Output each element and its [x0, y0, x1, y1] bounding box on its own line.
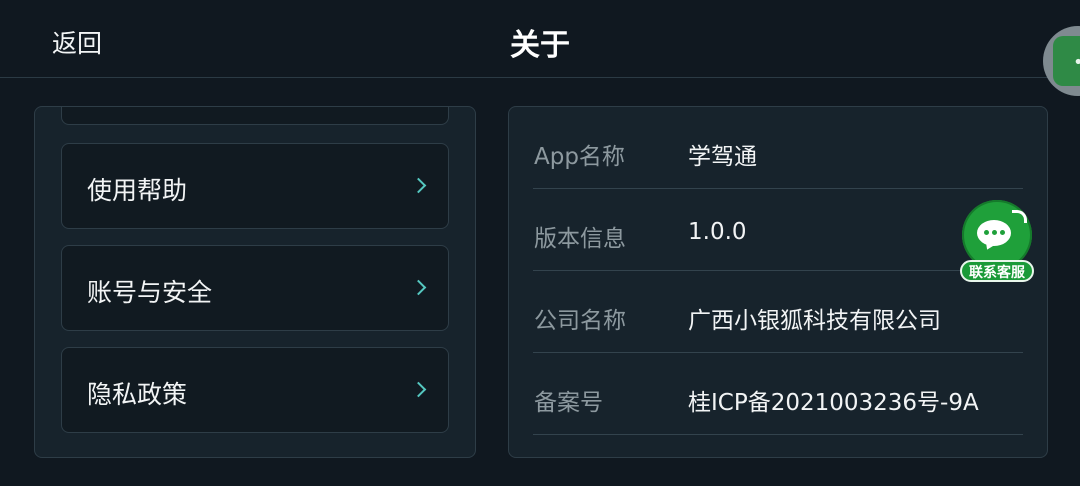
info-row-app-name: App名称 学驾通 — [533, 107, 1023, 189]
signal-rays — [1012, 210, 1027, 223]
info-key: 版本信息 — [534, 226, 626, 252]
settings-menu-panel: 使用帮助 账号与安全 隐私政策 — [34, 106, 476, 458]
bubble-dot — [1000, 230, 1005, 235]
info-row-company: 公司名称 广西小银狐科技有限公司 — [533, 271, 1023, 353]
menu-item-account-security[interactable]: 账号与安全 — [61, 245, 449, 331]
menu-item-privacy-policy[interactable]: 隐私政策 — [61, 347, 449, 433]
menu-item-label: 使用帮助 — [87, 176, 188, 205]
info-value: 1.0.0 — [688, 219, 747, 245]
chevron-right-icon — [410, 279, 427, 296]
info-row-icp: 备案号 桂ICP备2021003236号-9A — [533, 353, 1023, 435]
menu-item-help[interactable]: 使用帮助 — [61, 143, 449, 229]
info-value: 学驾通 — [688, 144, 757, 170]
page-title: 关于 — [510, 28, 570, 63]
menu-item-label: 隐私政策 — [87, 380, 188, 409]
info-value: 广西小银狐科技有限公司 — [688, 308, 941, 334]
more-button-face: •• — [1053, 36, 1080, 86]
chevron-right-icon — [410, 177, 427, 194]
bubble-dot — [984, 230, 989, 235]
contact-service-button[interactable]: 联系客服 — [958, 198, 1036, 286]
menu-item-label: 账号与安全 — [87, 278, 213, 307]
info-value: 桂ICP备2021003236号-9A — [688, 390, 979, 416]
contact-service-label: 联系客服 — [960, 260, 1034, 282]
info-key: 备案号 — [534, 390, 603, 416]
menu-item-partial[interactable] — [61, 107, 449, 125]
info-key: App名称 — [534, 144, 625, 170]
bubble-dot — [992, 230, 997, 235]
more-dots-icon: •• — [1073, 52, 1080, 73]
chevron-right-icon — [410, 381, 427, 398]
top-bar: 返回 关于 — [0, 0, 1080, 78]
info-row-version: 版本信息 1.0.0 — [533, 189, 1023, 271]
info-key: 公司名称 — [534, 308, 626, 334]
